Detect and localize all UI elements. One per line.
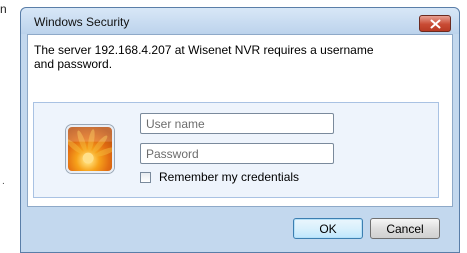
username-input[interactable] <box>140 113 334 134</box>
remember-checkbox[interactable] <box>140 171 151 183</box>
dialog-titlebar[interactable]: Windows Security <box>21 8 459 34</box>
auth-message: The server 192.168.4.207 at Wisenet NVR … <box>34 43 374 71</box>
remember-credentials[interactable]: Remember my credentials <box>140 170 299 184</box>
password-input[interactable] <box>140 143 334 164</box>
windows-security-dialog: Windows Security The server 192.168.4.20… <box>20 7 460 253</box>
user-avatar-flower-icon <box>66 125 114 173</box>
remember-label: Remember my credentials <box>159 170 300 184</box>
background-text-fragment: . <box>2 176 5 187</box>
background-text-fragment: n <box>0 2 7 16</box>
dialog-content: The server 192.168.4.207 at Wisenet NVR … <box>27 34 453 207</box>
ok-button[interactable]: OK <box>293 218 363 239</box>
close-button[interactable] <box>419 15 451 32</box>
cancel-button[interactable]: Cancel <box>370 218 440 239</box>
credential-panel: Remember my credentials <box>33 102 439 198</box>
close-x-icon <box>430 19 440 28</box>
dialog-title: Windows Security <box>34 15 130 29</box>
